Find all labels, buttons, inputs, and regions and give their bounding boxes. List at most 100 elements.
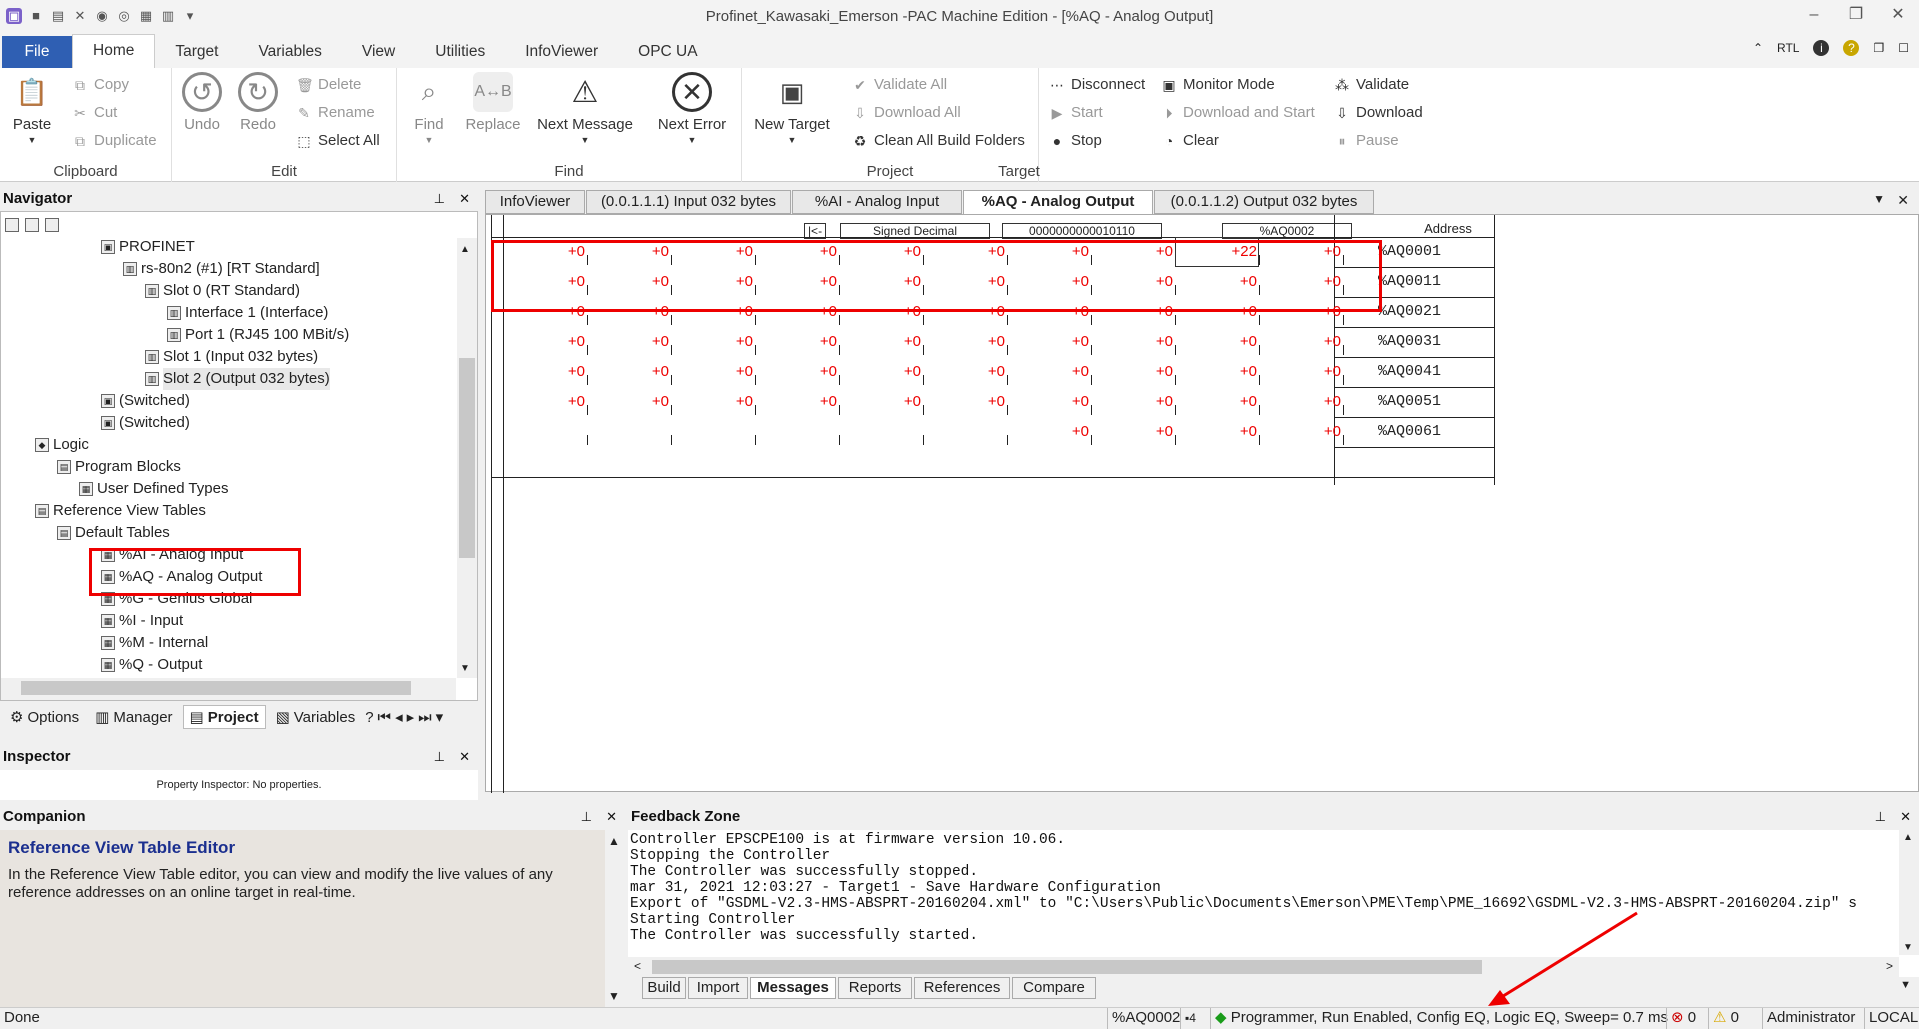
feedback-close-icon[interactable]: ✕ <box>1900 805 1911 829</box>
value-cell[interactable]: +0 <box>1007 357 1091 387</box>
undo-button[interactable]: ↺ Undo <box>180 72 224 133</box>
nav-menu-icon[interactable]: ▾ <box>436 708 444 726</box>
restore-button[interactable]: ❐ <box>1845 4 1867 26</box>
fb-tab-messages[interactable]: Messages <box>750 977 836 999</box>
value-cell[interactable] <box>755 417 839 447</box>
value-cell[interactable]: +0 <box>1091 357 1175 387</box>
inspector-close-icon[interactable]: ✕ <box>459 745 470 769</box>
validate-button[interactable]: ⁂ Validate <box>1334 76 1409 93</box>
nav-last-icon[interactable]: ⏭ <box>418 709 432 726</box>
tree-node[interactable]: ▥ Slot 1 (Input 032 bytes) <box>145 346 318 368</box>
fb-tab-import[interactable]: Import <box>688 977 748 999</box>
value-cell[interactable]: +0 <box>1175 417 1259 447</box>
tab-manager[interactable]: ▥ Manager <box>89 706 178 728</box>
tab-file[interactable]: File <box>2 36 72 68</box>
navigator-hscroll[interactable] <box>1 678 456 700</box>
doc-close-icon2[interactable]: ✕ <box>1897 192 1909 209</box>
value-cell[interactable]: +0 <box>1007 327 1091 357</box>
doc-tab-output-bytes[interactable]: (0.0.1.1.2) Output 032 bytes <box>1154 190 1374 214</box>
value-cell[interactable] <box>923 417 1007 447</box>
monitor-mode-button[interactable]: ▣ Monitor Mode <box>1161 76 1274 93</box>
value-cell[interactable]: +0 <box>1091 327 1175 357</box>
download-and-start-button[interactable]: ⏵ Download and Start <box>1161 104 1315 121</box>
find-button[interactable]: ⌕ Find ▼ <box>407 72 451 145</box>
value-cell[interactable] <box>839 417 923 447</box>
doc-restore-icon[interactable]: ❐ <box>1873 41 1884 55</box>
disconnect-button[interactable]: ⋯ Disconnect <box>1049 76 1145 93</box>
value-cell[interactable]: +0 <box>671 387 755 417</box>
value-cell[interactable]: +0 <box>503 357 587 387</box>
online-icon[interactable]: ◎ <box>116 8 132 24</box>
download-all-button[interactable]: ⇩ Download All <box>852 104 961 121</box>
tab-infoviewer[interactable]: InfoViewer <box>505 36 618 68</box>
doc-tab-input-bytes[interactable]: (0.0.1.1.1) Input 032 bytes <box>586 190 791 214</box>
tree-node[interactable]: ▦ %M - Internal <box>101 632 208 654</box>
info-icon[interactable]: i <box>1813 40 1830 56</box>
tree-node[interactable]: ▣ (Switched) <box>101 412 190 434</box>
toolbar-icon[interactable]: ▥ <box>160 8 176 24</box>
start-button[interactable]: ▶ Start <box>1049 104 1103 121</box>
clean-build-folders-button[interactable]: ♻ Clean All Build Folders <box>852 132 1025 149</box>
value-cell[interactable]: +0 <box>1007 387 1091 417</box>
tab-project[interactable]: ▤ Project <box>182 705 266 729</box>
fb-tab-build[interactable]: Build <box>642 977 686 999</box>
companion-close-icon[interactable]: ✕ <box>606 805 617 829</box>
value-cell[interactable]: +0 <box>1091 417 1175 447</box>
new-target-button[interactable]: ▣ New Target ▼ <box>752 72 832 146</box>
value-cell[interactable]: +0 <box>755 357 839 387</box>
download-button[interactable]: ⇩ Download <box>1334 104 1423 121</box>
inspector-pin-icon[interactable]: ⊥ <box>434 745 445 769</box>
feedback-vscroll[interactable]: ▲ ▼ <box>1899 830 1919 955</box>
rename-button[interactable]: ✎ Rename <box>296 104 375 121</box>
value-cell[interactable] <box>503 417 587 447</box>
clear-button[interactable]: ◔ Clear <box>1161 132 1219 149</box>
value-cell[interactable] <box>587 417 671 447</box>
value-cell[interactable]: +0 <box>923 327 1007 357</box>
value-cell[interactable]: +0 <box>1259 327 1343 357</box>
stop-button[interactable]: ● Stop <box>1049 132 1102 149</box>
copy-button[interactable]: ⧉ Copy <box>72 76 129 93</box>
value-cell[interactable]: +0 <box>671 327 755 357</box>
value-cell[interactable]: +0 <box>1091 387 1175 417</box>
save-icon[interactable]: ■ <box>28 8 44 24</box>
feedback-pin-icon[interactable]: ⊥ <box>1875 805 1886 829</box>
save-all-icon[interactable]: ▤ <box>50 8 66 24</box>
value-cell[interactable]: +0 <box>671 357 755 387</box>
close-project-icon[interactable]: ✕ <box>72 8 88 24</box>
value-cell[interactable]: +0 <box>923 387 1007 417</box>
fb-tab-reports[interactable]: Reports <box>838 977 912 999</box>
tree-node[interactable]: ▤ Reference View Tables <box>35 500 206 522</box>
options-icon[interactable]: ◉ <box>94 8 110 24</box>
value-cell[interactable]: +0 <box>1007 417 1091 447</box>
tree-node[interactable]: ▥ rs-80n2 (#1) [RT Standard] <box>123 258 320 280</box>
nav-prev-icon[interactable]: ◂ <box>395 708 403 726</box>
value-cell[interactable]: +0 <box>923 357 1007 387</box>
nav-next-icon[interactable]: ▸ <box>407 708 415 726</box>
value-cell[interactable]: +0 <box>839 387 923 417</box>
fb-tab-references[interactable]: References <box>914 977 1010 999</box>
value-cell[interactable]: +0 <box>839 357 923 387</box>
duplicate-button[interactable]: ⧉ Duplicate <box>72 132 157 149</box>
tree-node[interactable]: ▥ Interface 1 (Interface) <box>167 302 328 324</box>
doc-close-icon[interactable]: ☐ <box>1898 41 1909 55</box>
value-cell[interactable]: +0 <box>1175 387 1259 417</box>
companion-scroll[interactable]: ▲ ▼ <box>605 830 625 1007</box>
value-cell[interactable]: +0 <box>839 327 923 357</box>
tree-node[interactable]: ▥ Port 1 (RJ45 100 MBit/s) <box>167 324 349 346</box>
nav-view3-icon[interactable] <box>45 218 59 232</box>
value-cell[interactable]: +0 <box>755 327 839 357</box>
tree-node[interactable]: ▥ Slot 0 (RT Standard) <box>145 280 300 302</box>
value-cell[interactable]: +0 <box>1259 387 1343 417</box>
tab-opc-ua[interactable]: OPC UA <box>618 36 717 68</box>
companion-pin-icon[interactable]: ⊥ <box>581 805 592 829</box>
value-cell[interactable] <box>671 417 755 447</box>
pin-icon[interactable]: ⊥ <box>434 187 445 211</box>
value-cell[interactable]: +0 <box>587 327 671 357</box>
tree-node[interactable]: ▦ User Defined Types <box>79 478 228 500</box>
tree-node[interactable]: ▥ Slot 2 (Output 032 bytes) <box>145 368 330 390</box>
doc-menu-icon[interactable]: ▼ <box>1873 192 1885 206</box>
replace-button[interactable]: A↔B Replace <box>463 72 523 133</box>
tab-target[interactable]: Target <box>155 36 238 68</box>
doc-tab-analog-output[interactable]: %AQ - Analog Output <box>963 190 1153 214</box>
tree-node[interactable]: ▦ %I - Input <box>101 610 183 632</box>
